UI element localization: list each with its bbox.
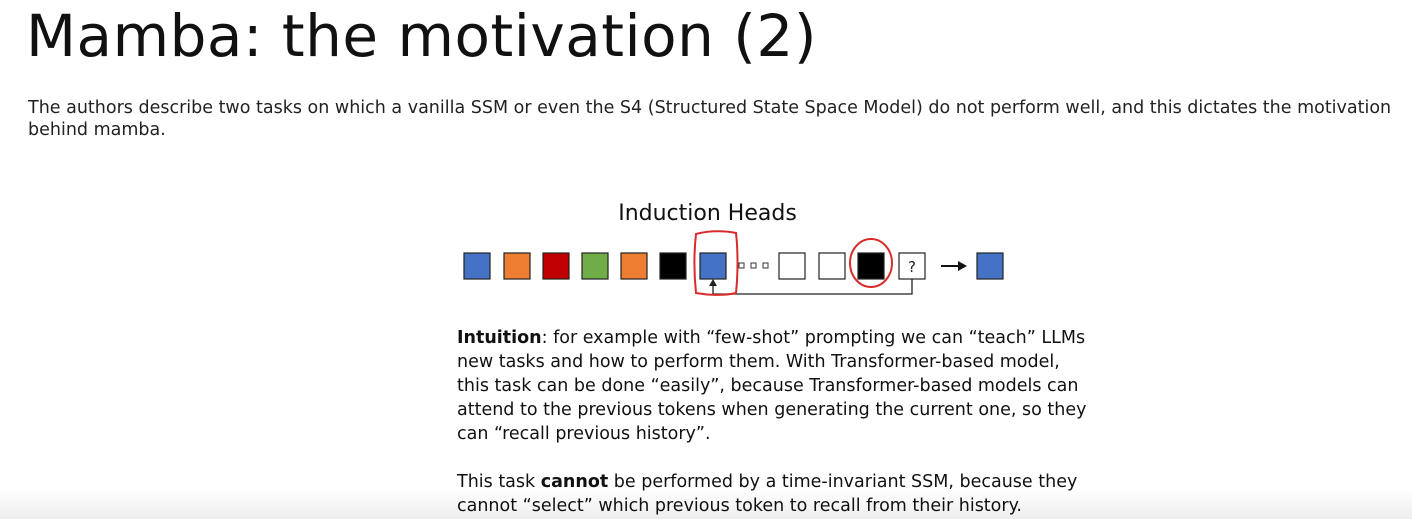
token-empty-1 [778, 252, 806, 280]
explanation-text: Intuition: for example with “few-shot” p… [457, 326, 1087, 518]
token-empty-2 [818, 252, 846, 280]
token-1-blue [463, 252, 491, 280]
token-5-orange [620, 252, 648, 280]
conclusion-prefix: This task [457, 472, 541, 492]
token-4-green [581, 252, 609, 280]
output-token-blue [976, 252, 1004, 280]
token-2-orange [503, 252, 531, 280]
token-6-black [659, 252, 687, 280]
induction-heads-diagram: ? [463, 230, 1004, 296]
intro-paragraph: The authors describe two tasks on which … [28, 98, 1392, 140]
conclusion-emphasis: cannot [540, 472, 609, 492]
ellipsis-icon [738, 262, 769, 269]
token-3-red [542, 252, 570, 280]
query-mark: ? [908, 258, 916, 276]
intuition-paragraph: Intuition: for example with “few-shot” p… [457, 326, 1087, 446]
token-black-query-match [857, 252, 885, 280]
recall-connector [709, 279, 913, 295]
conclusion-paragraph: This task cannot be performed by a time-… [457, 470, 1087, 518]
output-arrow-icon [941, 261, 967, 271]
intuition-label: Intuition [457, 328, 542, 348]
slide-title: Mamba: the motivation (2) [26, 2, 817, 70]
token-7-blue [699, 252, 727, 280]
intuition-text: : for example with “few-shot” prompting … [457, 328, 1087, 444]
